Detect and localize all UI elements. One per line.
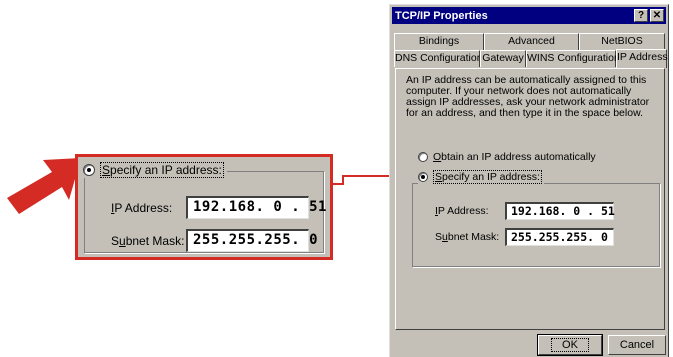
tab-ip-address[interactable]: IP Address — [616, 49, 668, 68]
red-arrow-icon — [7, 158, 81, 214]
tab-netbios[interactable]: NetBIOS — [579, 33, 665, 50]
callout-mask-row: Subnet Mask: 255.255.255. 0 — [111, 229, 318, 252]
cancel-button[interactable]: Cancel — [608, 335, 666, 355]
callout-ip-label: IP Address: — [111, 200, 173, 215]
tab-bindings[interactable]: Bindings — [394, 33, 484, 50]
callout-ip-group: IP Address: 192.168. 0 . 51 Subnet Mask:… — [84, 171, 326, 253]
description-text: An IP address can be automatically assig… — [406, 74, 650, 119]
callout-radio-icon[interactable] — [83, 164, 95, 176]
help-button[interactable]: ? — [634, 9, 648, 22]
subnet-mask-field[interactable]: 255.255.255. 0 — [505, 228, 614, 246]
obtain-ip-option[interactable]: Obtain an IP address automatically — [418, 151, 596, 163]
tab-wins-configuration[interactable]: WINS Configuration — [526, 50, 620, 67]
specify-radio-icon[interactable] — [418, 172, 428, 182]
callout-ip-row: IP Address: 192.168. 0 . 51 — [111, 196, 326, 219]
subnet-mask-row: Subnet Mask: 255.255.255. 0 — [435, 228, 614, 246]
obtain-ip-label: Obtain an IP address automatically — [433, 151, 596, 163]
ok-button[interactable]: OK — [537, 334, 603, 356]
dialog-title: TCP/IP Properties — [395, 9, 488, 22]
callout-mask-field[interactable]: 255.255.255. 0 — [186, 229, 318, 252]
callout-specify-option[interactable]: Specify an IP address: — [83, 162, 227, 178]
zoomed-callout: IP Address: 192.168. 0 . 51 Subnet Mask:… — [75, 154, 333, 260]
obtain-radio-icon[interactable] — [418, 152, 428, 162]
specify-ip-option[interactable]: Specify an IP address: — [418, 170, 544, 184]
tcpip-properties-dialog: TCP/IP Properties ? ✕ Bindings Advanced … — [389, 4, 669, 357]
close-button[interactable]: ✕ — [650, 9, 664, 22]
dialog-titlebar[interactable]: TCP/IP Properties ? ✕ — [392, 7, 666, 24]
ip-address-row: IP Address: 192.168. 0 . 51 — [435, 202, 615, 220]
ip-address-field[interactable]: 192.168. 0 . 51 — [505, 202, 615, 220]
tab-gateway[interactable]: Gateway — [480, 50, 526, 67]
callout-mask-label: Subnet Mask: — [111, 233, 185, 248]
callout-ip-field[interactable]: 192.168. 0 . 51 — [186, 196, 326, 219]
ip-address-label: IP Address: — [435, 205, 489, 217]
tab-advanced[interactable]: Advanced — [484, 33, 579, 50]
specify-ip-group: IP Address: 192.168. 0 . 51 Subnet Mask:… — [412, 183, 660, 267]
specify-ip-label: Specify an IP address: — [433, 170, 542, 184]
callout-specify-label: Specify an IP address: — [100, 162, 224, 178]
tab-dns-configuration[interactable]: DNS Configuration — [394, 50, 483, 67]
subnet-mask-label: Subnet Mask: — [435, 231, 500, 243]
